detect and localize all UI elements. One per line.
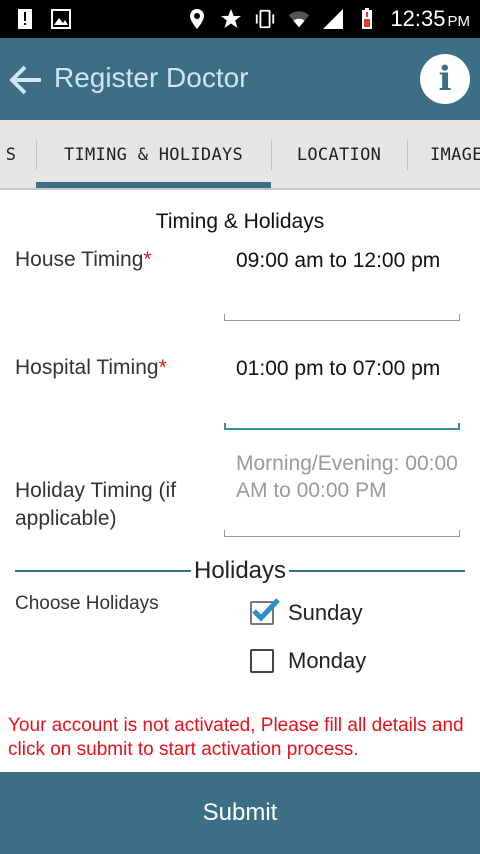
image-icon — [50, 8, 72, 30]
tab-label: TIMING & HOLIDAYS — [63, 145, 244, 165]
vibrate-icon — [254, 8, 276, 30]
wifi-icon — [288, 8, 310, 30]
star-icon — [220, 8, 242, 30]
section-title: Timing & Holidays — [155, 210, 325, 233]
tab-image[interactable]: IMAGE — [407, 120, 480, 188]
tab-previous[interactable]: S — [0, 120, 36, 188]
divider-line — [15, 570, 191, 572]
required-marker: * — [158, 356, 167, 379]
hospital-timing-label: Hospital Timing* — [15, 354, 167, 382]
holiday-sunday[interactable]: Sunday — [250, 596, 363, 630]
alert-icon — [14, 8, 36, 30]
required-marker: * — [143, 248, 152, 271]
holiday-monday[interactable]: Monday — [250, 644, 366, 678]
status-clock: 12:35 PM — [390, 6, 470, 32]
divider-line — [289, 570, 466, 572]
activation-message: Your account is not activated, Please fi… — [8, 715, 464, 760]
house-timing-underline — [224, 314, 460, 321]
app-title: Register Doctor — [54, 62, 249, 93]
tab-label: IMAGE — [430, 145, 480, 165]
hospital-timing-label-text: Hospital Timing — [15, 356, 159, 379]
clock-time: 12:35 — [390, 6, 446, 31]
sunday-label: Sunday — [288, 600, 363, 625]
holiday-timing-label: Holiday Timing (if applicable) — [15, 479, 177, 530]
tab-bar: S TIMING & HOLIDAYS LOCATION IMAGE — [0, 120, 480, 190]
holidays-header: Holidays — [193, 557, 287, 584]
clock-ampm: PM — [447, 13, 471, 30]
status-bar: 12:35 PM — [0, 0, 480, 38]
back-arrow-icon — [9, 65, 41, 95]
house-timing-label: House Timing* — [15, 246, 152, 274]
app-bar: Register Doctor i — [0, 38, 480, 120]
holiday-timing-underline — [224, 530, 460, 537]
holiday-timing-input[interactable]: Morning/Evening: 00:00 AM to 00:00 PM — [236, 450, 460, 504]
holidays-divider: Holidays — [15, 556, 466, 586]
tab-location[interactable]: LOCATION — [271, 120, 407, 188]
hospital-timing-underline — [224, 423, 460, 430]
house-timing-label-text: House Timing — [15, 248, 144, 271]
signal-icon — [322, 8, 344, 30]
tab-label: S — [5, 145, 17, 165]
hospital-timing-input[interactable]: 01:00 pm to 07:00 pm — [236, 355, 460, 382]
choose-holidays-label: Choose Holidays — [15, 593, 159, 614]
monday-checkbox[interactable] — [250, 649, 274, 673]
info-button[interactable]: i — [420, 54, 470, 104]
info-icon: i — [438, 59, 452, 99]
tab-timing-holidays[interactable]: TIMING & HOLIDAYS — [36, 120, 271, 188]
monday-label: Monday — [288, 648, 367, 673]
location-icon — [186, 8, 208, 30]
sunday-checkbox[interactable] — [250, 598, 280, 625]
house-timing-input[interactable]: 09:00 am to 12:00 pm — [236, 247, 460, 274]
tab-label: LOCATION — [296, 145, 382, 165]
checkmark-icon — [252, 598, 280, 622]
back-button[interactable] — [6, 60, 46, 100]
battery-low-icon — [356, 8, 378, 30]
submit-button[interactable]: Submit — [0, 772, 480, 854]
